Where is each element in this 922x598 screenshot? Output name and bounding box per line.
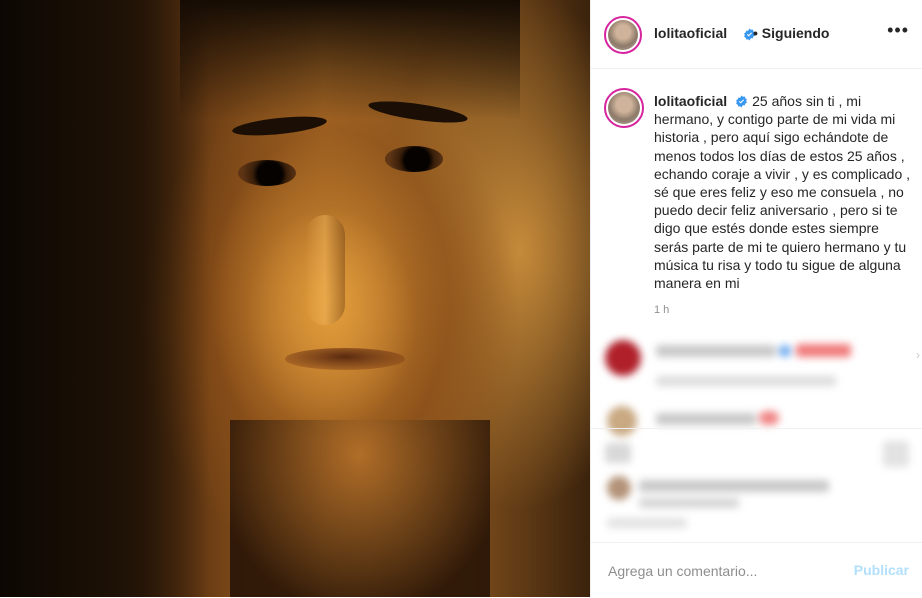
- caption-avatar[interactable]: [604, 88, 644, 128]
- photo-nose: [305, 215, 345, 325]
- photo-hair-top: [180, 0, 520, 120]
- chevron-right-icon[interactable]: ›: [916, 348, 920, 362]
- comment-line: [607, 518, 687, 528]
- post-timestamp: 1 h: [654, 304, 670, 314]
- post-side-panel: lolitaoficial • Siguiendo ••• lolitaofic…: [590, 0, 922, 597]
- caption-verified-icon: [736, 95, 747, 108]
- comment-input[interactable]: [606, 559, 850, 583]
- caption-text: 25 años sin ti , mi hermano, y contigo p…: [654, 93, 911, 292]
- post-caption: lolitaoficial 25 años sin ti , mi hermano…: [654, 92, 916, 292]
- comment-footer: Publicar: [591, 542, 922, 598]
- photo-mouth: [285, 348, 405, 370]
- comment-line: [656, 413, 756, 425]
- photo-chin: [230, 420, 490, 597]
- follow-status-button[interactable]: • Siguiendo: [753, 25, 829, 41]
- photo-right-eye: [385, 146, 443, 172]
- comment-line: [883, 441, 909, 467]
- caption-username[interactable]: lolitaoficial: [654, 93, 727, 109]
- photo-left-eye: [238, 160, 296, 186]
- post-header: lolitaoficial • Siguiendo •••: [591, 0, 922, 69]
- comment-line: [759, 411, 779, 425]
- comment-avatar: [607, 476, 631, 500]
- header-username[interactable]: lolitaoficial: [654, 25, 727, 41]
- comment-line: [796, 344, 851, 357]
- photo-hair-left: [0, 0, 210, 597]
- comment-line: [779, 345, 791, 357]
- comment-avatar: [607, 406, 637, 436]
- post-photo[interactable]: [0, 0, 590, 597]
- more-options-icon[interactable]: •••: [887, 20, 909, 41]
- publish-button[interactable]: Publicar: [854, 562, 909, 578]
- comment-line: [656, 345, 776, 357]
- comment-line: [656, 376, 836, 386]
- comment-avatar: [605, 340, 641, 376]
- avatar[interactable]: [604, 16, 642, 54]
- comment-line: [639, 480, 829, 492]
- comment-line: [605, 443, 631, 463]
- comment-line: [639, 498, 739, 508]
- divider: [591, 428, 922, 429]
